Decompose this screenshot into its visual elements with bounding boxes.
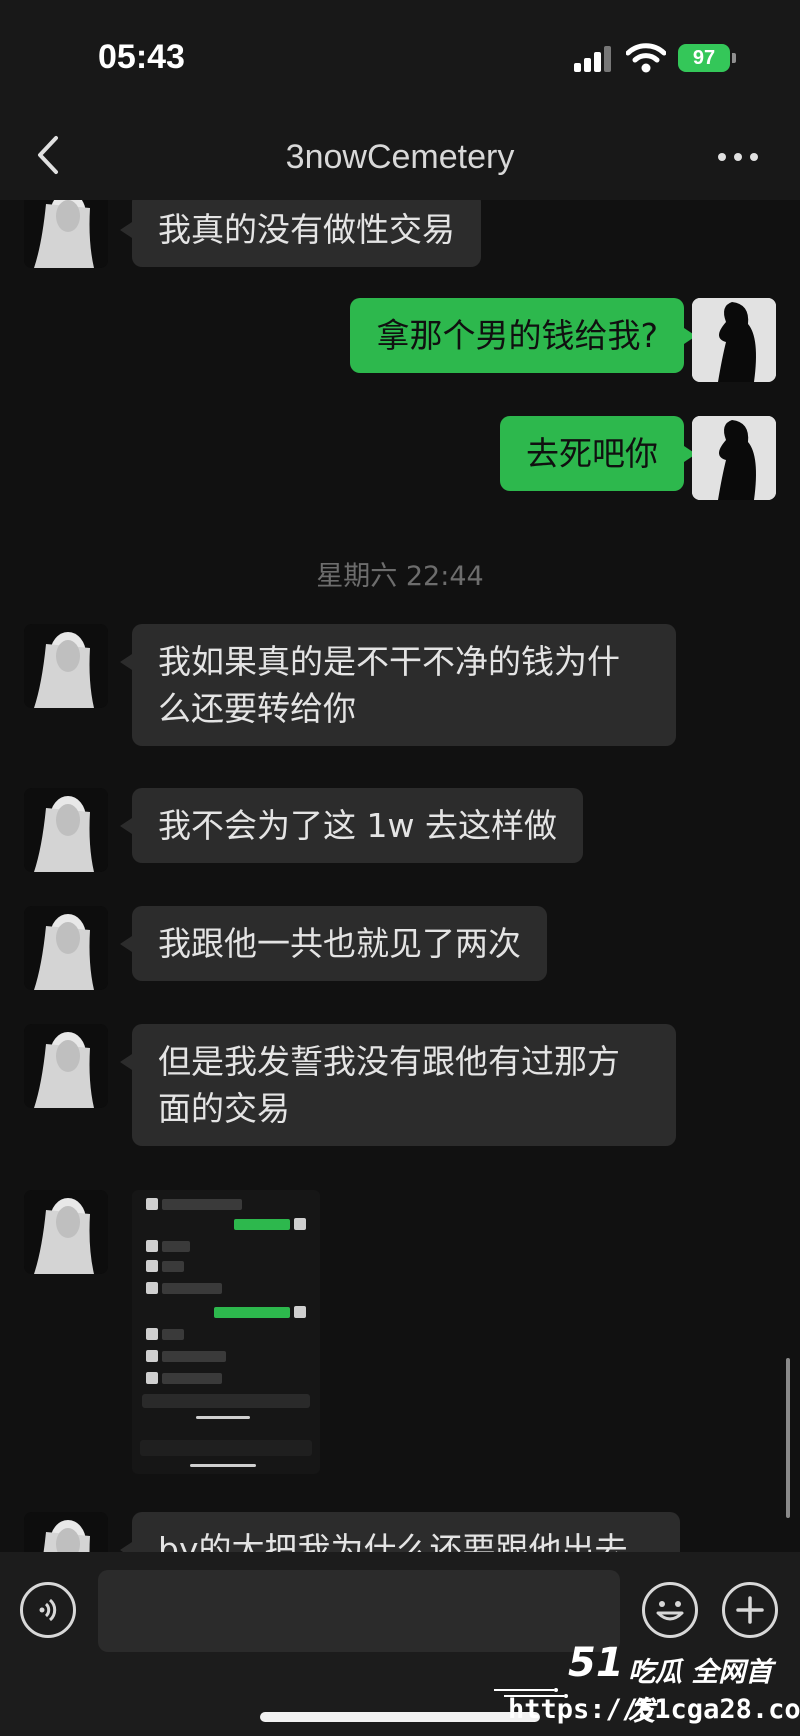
emoji-icon (656, 1601, 684, 1621)
message-text-line: 么还要转给你 (158, 689, 356, 728)
wifi-icon (626, 43, 666, 73)
contact-avatar[interactable] (24, 788, 108, 872)
watermark-number: 51 (568, 1640, 624, 1686)
message-bubble-incoming[interactable]: by的太把我为什么还要跟他出去 (120, 1512, 680, 1552)
battery-cap (732, 53, 736, 63)
message-text: 拿那个男的钱给我? (376, 316, 658, 355)
message-bubble-incoming[interactable]: 我不会为了这 1w 去这样做 (120, 788, 583, 863)
message-text-line: 但是我发誓我没有跟他有过那方 (158, 1042, 620, 1081)
emoji-button[interactable] (642, 1582, 698, 1638)
watermark-logo: 51 吃瓜 全网首发 (568, 1640, 796, 1727)
message-bubble-incoming[interactable]: 我如果真的是不干不净的钱为什 么还要转给你 (120, 624, 676, 746)
voice-icon (39, 1598, 57, 1622)
chat-title: 3nowCemetery (285, 138, 515, 176)
screenshot-image-message[interactable] (132, 1190, 320, 1474)
scrollbar[interactable] (786, 1358, 790, 1518)
contact-avatar[interactable] (24, 906, 108, 990)
message-bubble-outgoing[interactable]: 拿那个男的钱给我? (350, 298, 696, 373)
message-text-line: 我如果真的是不干不净的钱为什 (158, 642, 620, 681)
voice-input-button[interactable] (20, 1582, 76, 1638)
more-options-icon[interactable] (718, 150, 768, 164)
message-text: 我不会为了这 1w 去这样做 (158, 806, 557, 845)
message-text: 去死吧你 (526, 434, 658, 473)
message-bubble-incoming[interactable]: 但是我发誓我没有跟他有过那方 面的交易 (120, 1024, 676, 1146)
message-text: 我真的没有做性交易 (158, 210, 455, 249)
contact-avatar[interactable] (24, 200, 108, 268)
message-text: 我跟他一共也就见了两次 (158, 924, 521, 963)
home-indicator (260, 1712, 540, 1722)
contact-avatar[interactable] (24, 624, 108, 708)
signal-icon (574, 46, 612, 72)
plus-icon (736, 1596, 764, 1624)
message-bubble-incoming[interactable]: 我跟他一共也就见了两次 (120, 906, 547, 981)
self-avatar[interactable] (692, 416, 776, 500)
message-text: by的太把我为什么还要跟他出去 (158, 1530, 628, 1552)
contact-avatar[interactable] (24, 1024, 108, 1108)
contact-avatar[interactable] (24, 1190, 108, 1274)
message-bubble-incoming[interactable]: 我真的没有做性交易 (120, 200, 481, 267)
watermark-url: https://51cga28.com (508, 1694, 800, 1725)
message-bubble-outgoing[interactable]: 去死吧你 (500, 416, 696, 491)
status-time: 05:43 (98, 38, 185, 76)
contact-avatar[interactable] (24, 1512, 108, 1552)
battery-level: 97 (692, 46, 716, 69)
more-functions-button[interactable] (722, 1582, 778, 1638)
message-input[interactable] (98, 1570, 620, 1652)
message-timestamp: 星期六 22:44 (316, 561, 484, 592)
message-list[interactable]: 我真的没有做性交易 拿那个男的钱给我? 去死吧你 星期六 22:44 我如果真的… (0, 200, 800, 1552)
message-text-line: 面的交易 (158, 1089, 290, 1128)
nav-bar: 3nowCemetery (0, 110, 800, 200)
battery-icon: 97 (678, 44, 730, 72)
status-bar: 05:43 97 (0, 0, 800, 110)
self-avatar[interactable] (692, 298, 776, 382)
